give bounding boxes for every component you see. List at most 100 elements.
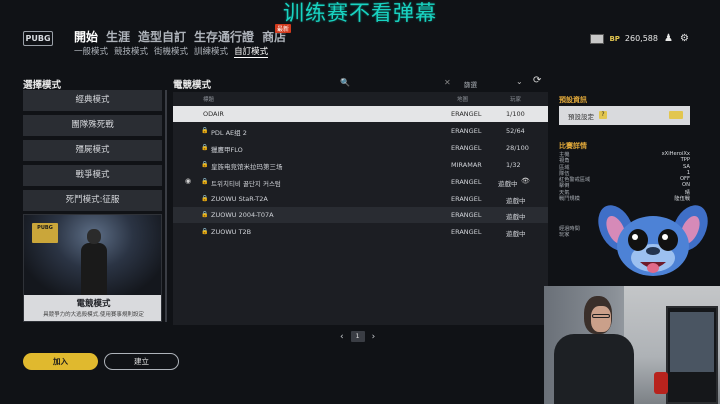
esports-mode-card[interactable]: PUBG 電競模式 具競爭力的大逃殺模式,使用賽事規則設定 <box>23 214 162 322</box>
tab-survivor-pass[interactable]: 生存通行證 <box>194 28 254 45</box>
lock-icon: 🔒 <box>201 228 209 235</box>
match-details: 主機 xXiHeroiXx 視角 TPP 區域 SA 隊伍 1 紅色警戒區域 OFF 擊倒… <box>559 151 690 202</box>
mode-scrollbar[interactable] <box>165 90 167 322</box>
preset-info-heading: 預設資訊 <box>559 96 587 104</box>
pagination: ‹ 1 › <box>340 331 375 342</box>
row-map: MIRAMAR <box>451 161 482 169</box>
row-title: 트위치티비 꿀단지 커스텀 <box>211 180 281 188</box>
globe-icon: ◉ <box>185 177 192 185</box>
row-players: 遊戲中 <box>506 213 526 221</box>
table-row[interactable]: 🔒 ZUOWU 2004-T07A ERANGEL 遊戲中 <box>173 207 548 223</box>
lock-icon: 🔒 <box>201 144 209 151</box>
mode-card-footer: 電競模式 具競爭力的大逃殺模式,使用賽事規則設定 <box>24 295 161 321</box>
row-map: ERANGEL <box>451 110 482 118</box>
table-row[interactable]: ◉ 🔒 트위치티비 꿀단지 커스텀 ERANGEL 遊戲中 👁 <box>173 174 548 190</box>
row-map: ERANGEL <box>451 144 482 152</box>
create-button[interactable]: 建立 <box>104 353 179 370</box>
lock-icon: 🔒 <box>201 195 209 202</box>
pubg-logo[interactable]: PUBG <box>23 31 53 46</box>
row-players: 28/100 <box>506 144 529 152</box>
row-players: 遊戲中 <box>506 230 526 238</box>
col-players[interactable]: 玩家 <box>510 95 521 103</box>
mode-card-desc: 具競爭力的大逃殺模式,使用賽事規則設定 <box>43 312 144 318</box>
chevron-down-icon[interactable]: ⌄ <box>516 77 523 86</box>
subtab-ranked[interactable]: 競技模式 <box>114 45 148 58</box>
lock-icon: 🔒 <box>201 178 209 185</box>
gear-icon[interactable]: ⚙ <box>679 33 690 44</box>
lock-icon: 🔒 <box>201 127 209 134</box>
match-table: 標題 地圖 玩家 ODAIR ERANGEL 1/100 🔒 PDL AE组 2… <box>173 92 548 325</box>
friends-icon[interactable]: ♟ <box>663 33 674 44</box>
row-title: PDL AE组 2 <box>211 129 247 137</box>
table-header: 標題 地圖 玩家 <box>173 92 548 106</box>
row-players: 52/64 <box>506 127 525 135</box>
webcam-feed <box>544 286 720 404</box>
select-mode-heading: 選擇模式 <box>23 80 62 91</box>
sub-nav: 一般模式 競技模式 街機模式 訓練模式 自訂模式 <box>74 45 269 58</box>
row-map: ERANGEL <box>451 211 482 219</box>
table-row[interactable]: 🔒 獵鷹甲FLO ERANGEL 28/100 <box>173 140 548 156</box>
table-row[interactable]: 🔒 ZUOWU T2B ERANGEL 遊戲中 <box>173 224 548 240</box>
tab-customize[interactable]: 造型自訂 <box>138 28 186 45</box>
close-icon[interactable]: ✕ <box>444 78 451 87</box>
row-map: ERANGEL <box>451 195 482 203</box>
help-icon[interactable]: ? <box>599 111 607 119</box>
mode-item-team-deathmatch[interactable]: 團隊殊死戰 <box>23 115 162 136</box>
mode-item-classic[interactable]: 經典模式 <box>23 90 162 111</box>
stream-overlay-title: 训练赛不看弹幕 <box>283 1 437 25</box>
row-players: 遊戲中 <box>506 197 526 205</box>
row-map: ERANGEL <box>451 127 482 135</box>
preset-settings-box[interactable]: 預設設定 ? <box>559 106 690 125</box>
bp-label: BP <box>609 34 620 43</box>
table-row[interactable]: ODAIR ERANGEL 1/100 <box>173 106 548 122</box>
main-nav: 開始 生涯 造型自訂 生存通行證 商店 <box>74 28 286 45</box>
row-players: 遊戲中 <box>498 180 518 188</box>
chevron-left-icon[interactable]: ‹ <box>340 332 344 342</box>
search-icon[interactable]: 🔍 <box>340 78 350 87</box>
row-title: ZUOWU StaR-T2A <box>211 195 268 203</box>
row-title: ZUOWU T2B <box>211 228 252 236</box>
chevron-right-icon[interactable]: › <box>372 332 376 342</box>
join-button[interactable]: 加入 <box>23 353 98 370</box>
mode-item-war[interactable]: 戰爭模式 <box>23 165 162 186</box>
mode-list: 經典模式 團隊殊死戰 殭屍模式 戰爭模式 死鬥模式:征服 <box>23 90 162 215</box>
subtab-normal[interactable]: 一般模式 <box>74 45 108 58</box>
table-row[interactable]: 🔒 ZUOWU StaR-T2A ERANGEL 遊戲中 <box>173 191 548 207</box>
col-title[interactable]: 標題 <box>203 95 214 103</box>
row-title: 皇族电竞馆米拉玛第三场 <box>211 163 283 171</box>
mode-card-title: 電競模式 <box>76 299 111 309</box>
refresh-icon[interactable]: ⟳ <box>533 75 541 86</box>
row-title: ODAIR <box>203 110 224 118</box>
tab-career[interactable]: 生涯 <box>106 28 130 45</box>
filter-select[interactable]: 篩選 <box>464 79 477 89</box>
stitch-sticker <box>598 205 708 276</box>
top-right-tools: BP 260,588 ♟ ⚙ <box>590 33 690 44</box>
eye-icon[interactable]: 👁 <box>521 177 530 185</box>
tab-start[interactable]: 開始 <box>74 28 98 45</box>
table-row[interactable]: 🔒 PDL AE组 2 ERANGEL 52/64 <box>173 123 548 139</box>
row-title: 獵鷹甲FLO <box>211 146 243 154</box>
row-players: 1/100 <box>506 110 525 118</box>
row-map: ERANGEL <box>451 178 482 186</box>
mode-card-art: PUBG <box>24 215 161 295</box>
player-figure <box>81 229 107 295</box>
subtab-arcade[interactable]: 街機模式 <box>154 45 188 58</box>
lock-icon: 🔒 <box>201 161 209 168</box>
subtab-custom[interactable]: 自訂模式 <box>234 45 269 58</box>
col-map[interactable]: 地圖 <box>457 95 468 103</box>
preset-settings-label: 預設設定 <box>568 113 594 121</box>
pubg-badge-icon: PUBG <box>32 223 58 243</box>
new-badge: 最新 <box>275 24 292 33</box>
row-title: ZUOWU 2004-T07A <box>211 211 274 219</box>
top-bar: PUBG 開始 生涯 造型自訂 生存通行證 商店 最新 一般模式 競技模式 街機… <box>0 24 720 60</box>
table-row[interactable]: 🔒 皇族电竞馆米拉玛第三场 MIRAMAR 1/32 <box>173 157 548 173</box>
match-list-heading: 電競模式 <box>173 80 212 91</box>
mode-item-zombie[interactable]: 殭屍模式 <box>23 140 162 161</box>
page-number[interactable]: 1 <box>350 331 365 342</box>
row-map: ERANGEL <box>451 228 482 236</box>
mode-item-conquest[interactable]: 死鬥模式:征服 <box>23 190 162 211</box>
match-details-heading: 比賽詳情 <box>559 142 587 150</box>
row-players: 1/32 <box>506 161 521 169</box>
subtab-training[interactable]: 訓練模式 <box>194 45 228 58</box>
preset-tag-icon <box>669 111 683 119</box>
